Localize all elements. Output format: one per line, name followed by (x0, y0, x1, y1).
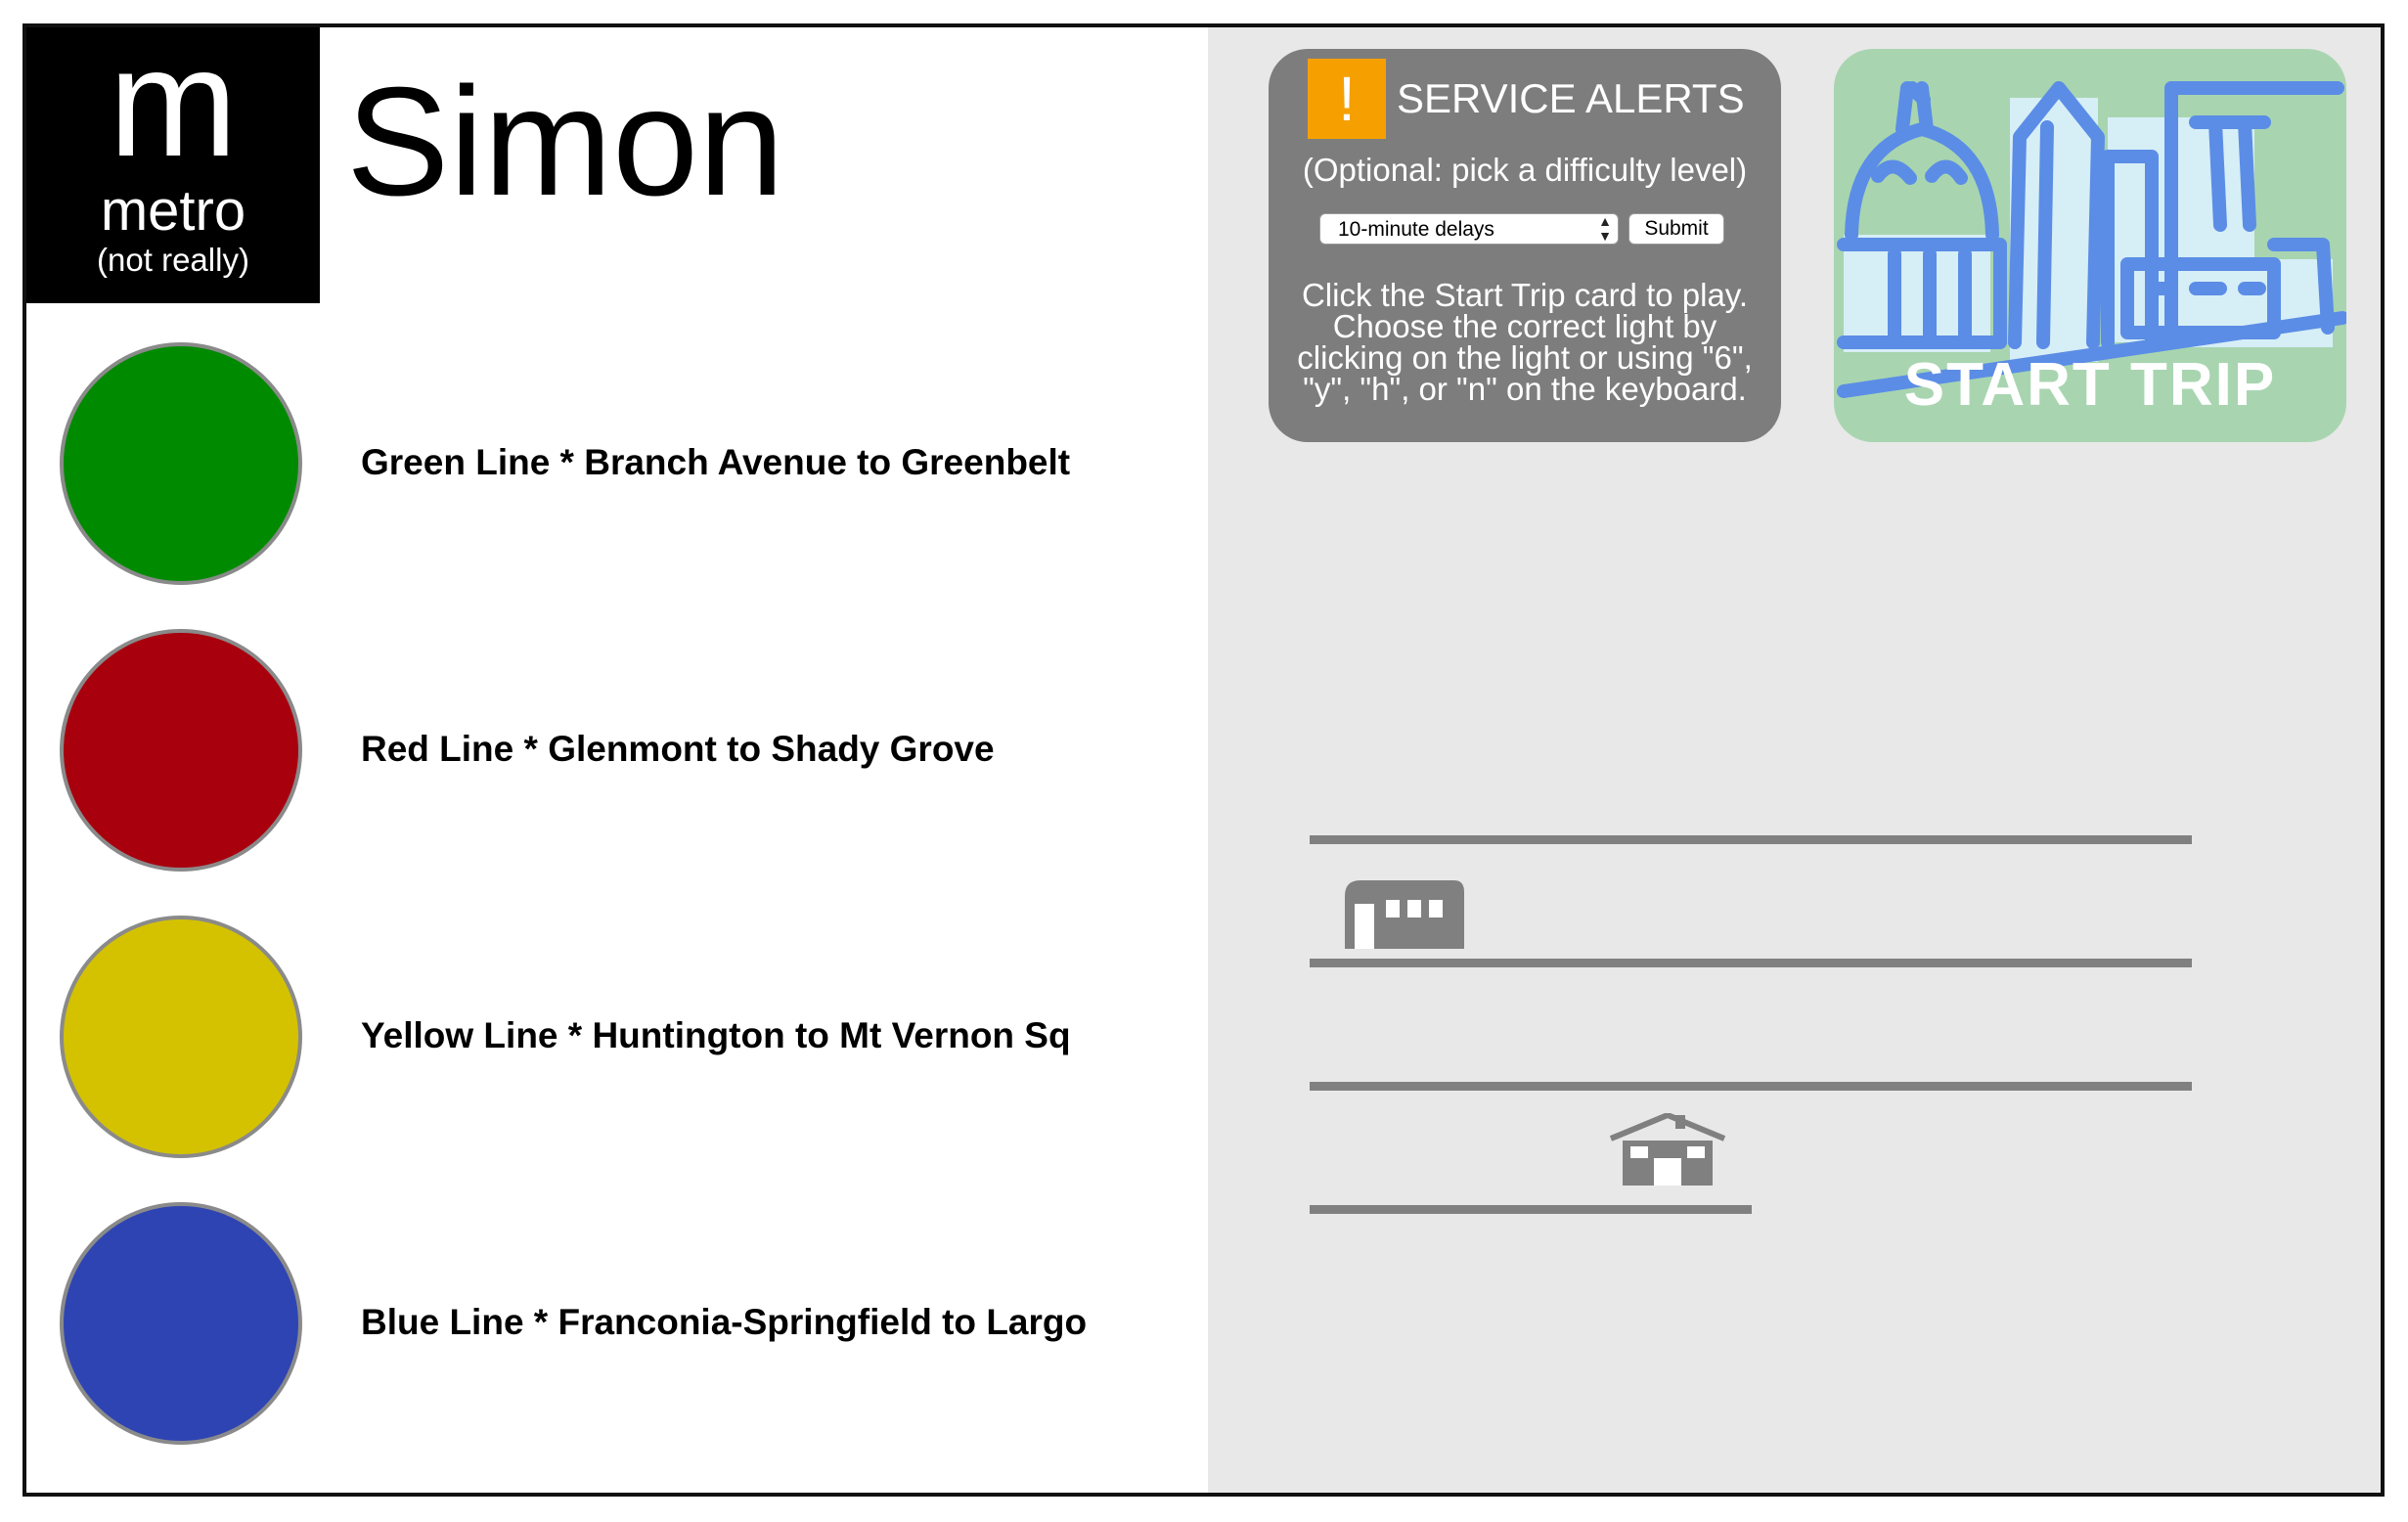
warning-icon: ! (1308, 59, 1386, 139)
blue-line-label: Blue Line * Franconia-Springfield to Lar… (361, 1302, 1088, 1342)
left-panel: m metro (not really) Simon Green Line * … (26, 27, 1208, 1493)
station-house-icon (1607, 1111, 1728, 1192)
blue-light-button[interactable] (60, 1202, 302, 1445)
start-trip-card[interactable]: START TRIP (1834, 49, 2346, 442)
red-light-button[interactable] (60, 629, 302, 872)
track-rail (1310, 1082, 2192, 1091)
game-frame: m metro (not really) Simon Green Line * … (22, 23, 2385, 1497)
logo-letter: m (109, 23, 238, 189)
light-row-red: Red Line * Glenmont to Shady Grove (56, 629, 1190, 875)
submit-button[interactable]: Submit (1628, 213, 1724, 245)
difficulty-prompt: (Optional: pick a difficulty level) (1302, 152, 1748, 188)
light-row-green: Green Line * Branch Avenue to Greenbelt (56, 342, 1190, 589)
light-row-blue: Blue Line * Franconia-Springfield to Lar… (56, 1202, 1190, 1449)
yellow-light-button[interactable] (60, 916, 302, 1158)
logo-word: metro (100, 179, 246, 243)
progress-rail (1310, 1205, 1752, 1214)
start-trip-label: START TRIP (1903, 351, 2277, 419)
track-rail (1310, 959, 2192, 967)
light-row-yellow: Yellow Line * Huntington to Mt Vernon Sq (56, 916, 1190, 1162)
red-line-label: Red Line * Glenmont to Shady Grove (361, 729, 995, 769)
difficulty-select[interactable]: 10-minute delays ▲ ▼ (1319, 213, 1619, 245)
train-icon (1337, 878, 1466, 954)
player-name: Simon (346, 56, 784, 228)
logo-subtitle: (not really) (97, 242, 249, 278)
game-instructions: Click the Start Trip card to play. Choos… (1297, 277, 1753, 407)
track-rail (1310, 835, 2192, 844)
service-alerts-title: SERVICE ALERTS (1397, 75, 1745, 121)
select-arrows-icon: ▲ ▼ (1598, 213, 1612, 244)
service-alerts-panel: ! SERVICE ALERTS (Optional: pick a diffi… (1269, 49, 1781, 442)
green-line-label: Green Line * Branch Avenue to Greenbelt (361, 442, 1071, 482)
yellow-line-label: Yellow Line * Huntington to Mt Vernon Sq (361, 1015, 1071, 1055)
green-light-button[interactable] (60, 342, 302, 585)
metro-logo: m metro (not really) (26, 27, 320, 303)
right-panel: ! SERVICE ALERTS (Optional: pick a diffi… (1208, 27, 2381, 1493)
difficulty-selected-value: 10-minute delays (1338, 218, 1494, 241)
